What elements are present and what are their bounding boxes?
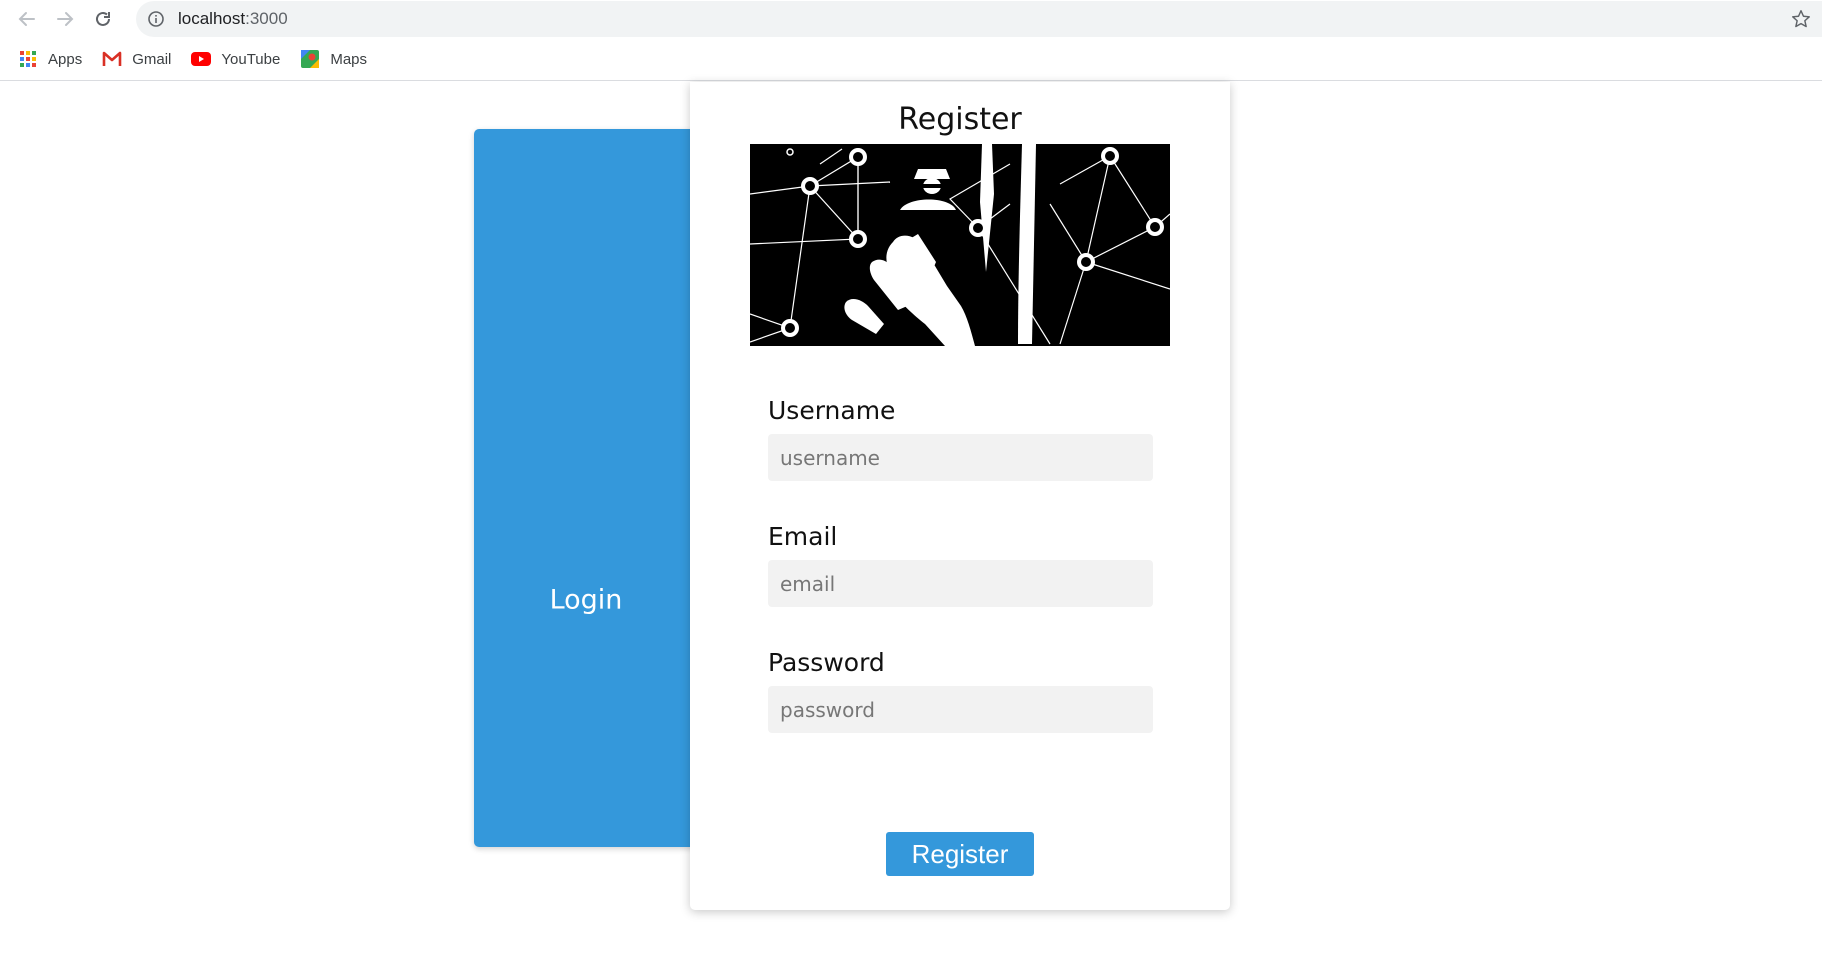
- register-title: Register: [898, 102, 1022, 137]
- bookmark-label: Gmail: [132, 50, 172, 68]
- password-input[interactable]: [768, 686, 1153, 733]
- forward-button[interactable]: [52, 6, 78, 32]
- hacker-network-illustration: [750, 144, 1170, 346]
- bookmark-apps[interactable]: Apps: [18, 50, 82, 68]
- reload-button[interactable]: [90, 6, 116, 32]
- arrow-right-icon: [57, 12, 74, 26]
- address-bar[interactable]: localhost:3000: [136, 1, 1822, 37]
- username-input[interactable]: [768, 434, 1153, 481]
- register-card: Register Username username Email email P…: [690, 82, 1230, 910]
- arrow-left-icon: [18, 12, 35, 26]
- url-host: localhost: [178, 9, 246, 28]
- bookmark-label: YouTube: [221, 50, 281, 68]
- bookmark-youtube[interactable]: YouTube: [191, 50, 280, 68]
- login-label[interactable]: Login: [474, 585, 698, 616]
- info-icon[interactable]: [148, 11, 164, 27]
- password-label: Password: [768, 648, 885, 677]
- bookmark-label: Apps: [48, 50, 83, 68]
- youtube-icon: [191, 50, 212, 68]
- url-port: :3000: [245, 9, 288, 28]
- bookmark-gmail[interactable]: Gmail: [102, 50, 171, 68]
- gmail-icon: [102, 50, 122, 68]
- login-panel[interactable]: Login: [474, 129, 704, 847]
- url-text: localhost:3000: [178, 9, 288, 29]
- back-button[interactable]: [14, 6, 40, 32]
- email-input[interactable]: [768, 560, 1153, 607]
- browser-chrome: localhost:3000 Apps Gmail YouTube Maps: [0, 0, 1822, 81]
- star-icon[interactable]: [1790, 8, 1812, 30]
- bookmark-maps[interactable]: Maps: [300, 50, 367, 68]
- apps-grid-icon: [18, 50, 38, 68]
- hacker-network-image: [750, 144, 1170, 346]
- bookmarks-bar: Apps Gmail YouTube Maps: [18, 48, 387, 70]
- reload-icon: [96, 11, 110, 26]
- username-label: Username: [768, 396, 896, 425]
- register-button[interactable]: Register: [886, 832, 1034, 876]
- bookmark-label: Maps: [330, 50, 368, 68]
- maps-icon: [300, 50, 320, 68]
- email-label: Email: [768, 522, 838, 551]
